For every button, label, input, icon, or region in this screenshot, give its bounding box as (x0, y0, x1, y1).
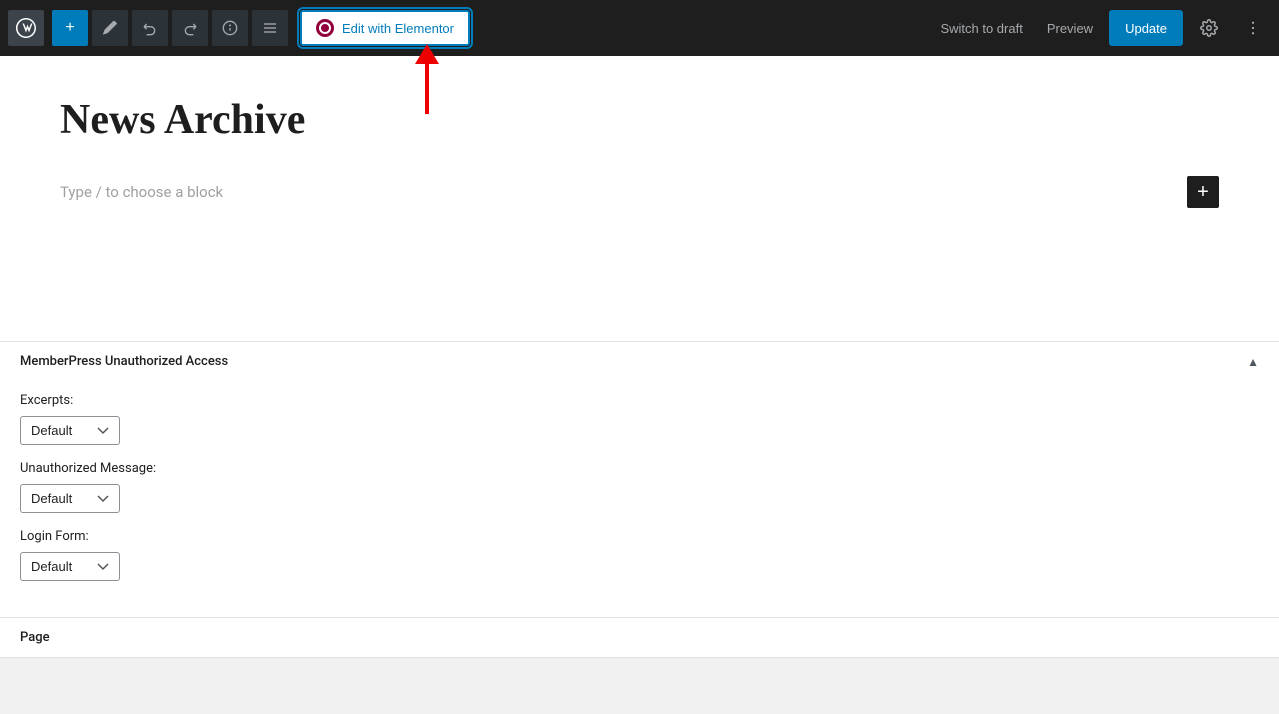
preview-button[interactable]: Preview (1039, 15, 1101, 42)
unauthorized-message-group: Unauthorized Message: Default Custom Non… (20, 461, 1259, 513)
login-form-group: Login Form: Default Custom None (20, 529, 1259, 581)
add-block-inline-button[interactable]: + (1187, 176, 1219, 208)
undo-button[interactable] (132, 10, 168, 46)
list-view-button[interactable] (252, 10, 288, 46)
main-content: News Archive Type / to choose a block + … (0, 56, 1279, 658)
page-section: Page (0, 618, 1279, 658)
memberpress-panel: MemberPress Unauthorized Access ▲ Excerp… (0, 342, 1279, 618)
edit-with-elementor-button[interactable]: Edit with Elementor (300, 10, 470, 46)
login-form-label: Login Form: (20, 529, 1259, 544)
page-title: News Archive (60, 96, 1219, 144)
more-options-button[interactable] (1235, 10, 1271, 46)
editor-area[interactable]: News Archive Type / to choose a block + (0, 56, 1279, 342)
elementor-icon (316, 19, 334, 37)
settings-button[interactable] (1191, 10, 1227, 46)
block-placeholder-row: Type / to choose a block + (60, 168, 1219, 216)
arrow-line (425, 64, 429, 114)
memberpress-collapse-icon: ▲ (1247, 355, 1259, 369)
redo-button[interactable] (172, 10, 208, 46)
unauthorized-message-select[interactable]: Default Custom None (20, 484, 120, 513)
memberpress-panel-header[interactable]: MemberPress Unauthorized Access ▲ (0, 342, 1279, 381)
edit-pencil-button[interactable] (92, 10, 128, 46)
page-section-label: Page (0, 618, 1279, 657)
switch-to-draft-button[interactable]: Switch to draft (932, 15, 1030, 42)
update-button[interactable]: Update (1109, 10, 1183, 46)
topbar: + Edit with Elementor Switch to d (0, 0, 1279, 56)
unauthorized-message-label: Unauthorized Message: (20, 461, 1259, 476)
arrow-head (415, 44, 439, 64)
memberpress-panel-title: MemberPress Unauthorized Access (20, 354, 228, 369)
arrow-annotation (415, 45, 439, 114)
wp-logo[interactable] (8, 10, 44, 46)
excerpts-group: Excerpts: Default Custom None (20, 393, 1259, 445)
excerpts-select[interactable]: Default Custom None (20, 416, 120, 445)
topbar-right: Switch to draft Preview Update (932, 10, 1271, 46)
excerpts-label: Excerpts: (20, 393, 1259, 408)
block-placeholder-text: Type / to choose a block (60, 183, 223, 201)
memberpress-panel-body: Excerpts: Default Custom None Unauthoriz… (0, 381, 1279, 617)
edit-elementor-label: Edit with Elementor (342, 21, 454, 36)
info-button[interactable] (212, 10, 248, 46)
add-block-button[interactable]: + (52, 10, 88, 46)
login-form-select[interactable]: Default Custom None (20, 552, 120, 581)
